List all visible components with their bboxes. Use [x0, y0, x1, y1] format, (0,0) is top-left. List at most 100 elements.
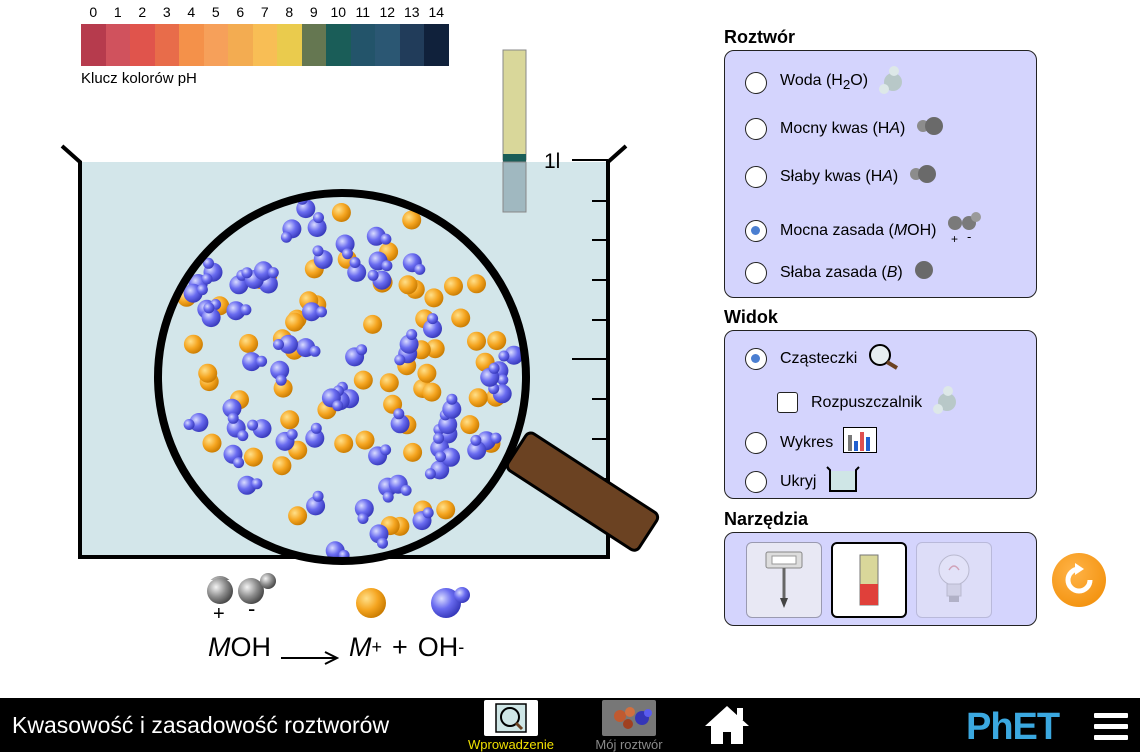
reaction-arrow-icon	[281, 641, 340, 665]
strong-base-molecule-icon: + -	[947, 211, 981, 250]
weak-base-molecule-icon	[913, 259, 935, 286]
view-panel: Cząsteczki Rozpuszczalnik Wykres Ukryj	[724, 330, 1037, 499]
radio-strong-base[interactable]	[745, 219, 767, 242]
eq-product2: OH	[417, 632, 459, 662]
hamburger-menu-icon[interactable]	[1094, 713, 1128, 746]
beaker-scene: 1l	[60, 49, 660, 580]
metal-ion-particle	[417, 363, 437, 383]
radio-weak-base[interactable]	[745, 261, 767, 284]
home-button[interactable]	[703, 704, 751, 751]
water-molecule-icon	[878, 65, 906, 100]
view-panel-title: Widok	[724, 307, 778, 327]
solution-option-strong-acid[interactable]: Mocny kwas (HA)	[745, 115, 945, 142]
solution-option-weak-acid[interactable]: Słaby kwas (HA)	[745, 163, 938, 190]
navigation-bar: Kwasowość i zasadowość roztworów Wprowad…	[0, 698, 1140, 752]
label-graph: Wykres	[780, 433, 834, 451]
eq-reactant-italic: M	[208, 632, 231, 662]
beaker-volume-label: 1l	[544, 150, 560, 173]
solution-panel: Woda (H2O) Mocny kwas (HA) Słaby kwas (H…	[724, 50, 1037, 298]
screen-button-intro[interactable]: Wprowadzenie	[456, 700, 566, 752]
radio-strong-acid[interactable]	[745, 117, 767, 140]
label-strong-base: Mocna zasada (MOH)	[780, 221, 937, 239]
metal-ion-particle	[355, 430, 375, 450]
screen-button-my-solution[interactable]: Mój roztwór	[574, 700, 684, 752]
eq-product2-charge: -	[458, 637, 465, 657]
metal-ion-particle	[334, 434, 354, 453]
ph-paper-icon	[859, 554, 879, 606]
beaker-icon	[826, 465, 861, 498]
ion-plus-sign: +	[213, 603, 225, 625]
tools-panel	[724, 532, 1037, 626]
metal-ion-particle	[285, 312, 305, 332]
metal-ion-particle	[198, 363, 218, 383]
metal-ion-icon	[356, 588, 386, 618]
bar-graph-icon	[843, 427, 878, 458]
metal-ion-particle	[444, 276, 463, 296]
metal-hydroxide-icon	[207, 573, 276, 604]
ph-meter-tool-button[interactable]	[746, 542, 822, 618]
ph-paper[interactable]	[502, 49, 527, 213]
label-water: Woda (H2O)	[780, 72, 869, 93]
weak-acid-molecule-icon	[908, 163, 938, 190]
radio-molecules[interactable]	[745, 347, 767, 370]
metal-ion-particle	[288, 506, 308, 526]
reset-icon	[1065, 563, 1093, 594]
view-option-molecules[interactable]: Cząsteczki	[745, 342, 901, 375]
metal-ion-particle	[243, 447, 263, 467]
svg-text:+: +	[951, 232, 958, 245]
metal-ion-particle	[183, 334, 203, 354]
view-option-solvent[interactable]: Rozpuszczalnik	[777, 385, 960, 420]
solution-option-water[interactable]: Woda (H2O)	[745, 65, 906, 100]
metal-ion-particle	[202, 433, 222, 453]
solution-option-weak-base[interactable]: Słaba zasada (B)	[745, 259, 935, 286]
solution-option-strong-base[interactable]: Mocna zasada (MOH) + -	[745, 211, 981, 250]
metal-ion-particle	[331, 203, 351, 222]
radio-water[interactable]	[745, 71, 767, 94]
svg-text:-: -	[967, 229, 971, 244]
radio-graph[interactable]	[745, 431, 767, 454]
reset-all-button[interactable]	[1052, 553, 1106, 607]
solvent-molecule-icon	[932, 385, 960, 420]
metal-ion-particle	[467, 274, 486, 294]
my-solution-screen-icon	[602, 700, 656, 736]
checkbox-solvent[interactable]	[777, 392, 798, 413]
label-hide: Ukryj	[780, 472, 817, 490]
eq-product1-italic: M	[349, 632, 372, 662]
home-icon	[705, 706, 749, 744]
ph-meter-icon	[765, 551, 803, 608]
hydroxide-ion-icon	[431, 587, 470, 618]
eq-product1-charge: +	[371, 637, 383, 657]
intro-screen-icon	[484, 700, 538, 736]
metal-ion-particle	[460, 415, 480, 435]
ion-minus-sign: -	[248, 596, 255, 621]
metal-ion-particle	[398, 275, 418, 295]
metal-ion-particle	[403, 442, 423, 462]
magnifier-icon	[867, 342, 901, 375]
metal-ion-particle	[487, 331, 507, 351]
screen-label-intro: Wprowadzenie	[468, 737, 554, 752]
metal-ion-particle	[272, 456, 292, 476]
metal-ion-particle	[422, 382, 442, 402]
sim-title: Kwasowość i zasadowość roztworów	[12, 712, 390, 738]
label-solvent: Rozpuszczalnik	[811, 393, 923, 411]
metal-ion-particle	[379, 373, 399, 393]
eq-plus: +	[392, 632, 408, 662]
label-weak-acid: Słaby kwas (HA)	[780, 167, 899, 185]
label-strong-acid: Mocny kwas (HA)	[780, 119, 906, 137]
reaction-equation: M OH M + + OH -	[208, 632, 465, 665]
radio-weak-acid[interactable]	[745, 165, 767, 188]
metal-ion-particle	[436, 500, 456, 520]
metal-ion-particle	[353, 370, 373, 390]
view-option-hide[interactable]: Ukryj	[745, 465, 861, 498]
conductivity-tool-button[interactable]	[916, 542, 992, 618]
screen-label-my-solution: Mój roztwór	[595, 737, 663, 752]
metal-ion-particle	[280, 410, 300, 430]
solution-panel-title: Roztwór	[724, 27, 795, 47]
label-molecules: Cząsteczki	[780, 349, 858, 367]
ph-paper-tool-button[interactable]	[831, 542, 907, 618]
light-bulb-icon	[938, 554, 970, 602]
view-option-graph[interactable]: Wykres	[745, 427, 878, 458]
tools-panel-title: Narzędzia	[724, 509, 809, 529]
radio-hide[interactable]	[745, 470, 767, 493]
phet-logo[interactable]: PhET	[966, 706, 1060, 749]
